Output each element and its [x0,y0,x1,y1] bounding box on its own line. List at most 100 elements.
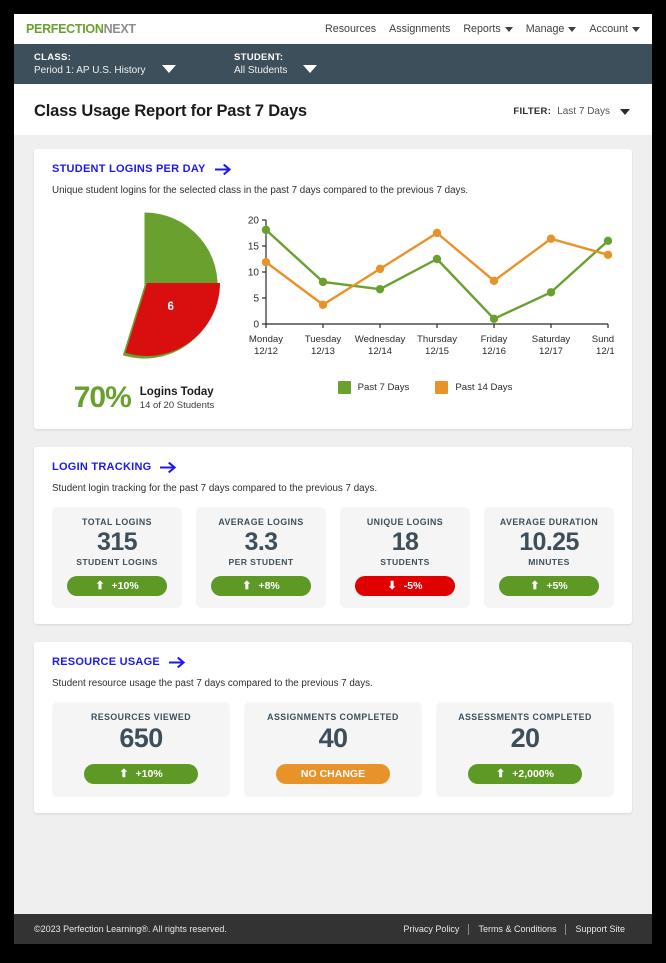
logins-today-summary: 70% Logins Today 14 of 20 Students [74,383,215,413]
page-title: Class Usage Report for Past 7 Days [34,102,307,120]
chevron-down-icon[interactable] [161,64,176,73]
stat-card-sublabel: MINUTES [528,557,570,567]
logins-chart-area: 14 6 70% Logins Today 14 of 20 Students [52,208,624,413]
stat-card-delta-label: +10% [111,580,139,592]
line-data-point[interactable] [375,264,385,274]
stat-card-delta-badge: ⬇ -5% [354,576,456,596]
section-title-resource-usage: RESOURCE USAGE [52,656,161,668]
stat-card-delta-label: +2,000% [512,768,554,780]
stat-card-delta-badge: NO CHANGE [276,764,390,784]
x-axis-day-label: Tuesday [305,334,342,345]
line-series-past-7-days [264,228,610,321]
chevron-down-icon[interactable] [303,64,318,73]
stat-card-value: 650 [119,723,163,753]
footer-link-support-site[interactable]: Support Site [566,924,634,934]
x-axis-date-label: 12/17 [539,346,563,357]
legend-label-past-7-days: Past 7 Days [357,382,410,393]
arrow-up-icon: ⬆ [496,767,506,780]
line-data-point[interactable] [375,284,385,294]
stat-card: AVERAGE LOGINS 3.3 PER STUDENT ⬆ +8% [196,507,326,608]
chevron-down-icon [632,26,640,32]
section-header-resource-usage[interactable]: RESOURCE USAGE [52,656,614,668]
chevron-down-icon [568,26,577,32]
brand-logo[interactable]: PERFECTION NEXT [26,22,136,36]
line-data-point[interactable] [432,228,442,238]
nav-item-resources[interactable]: Resources [325,23,376,35]
student-selector[interactable]: STUDENT: All Students [234,51,318,78]
nav-item-resources-label: Resources [325,23,377,35]
x-axis-day-label: Sunday [592,334,614,345]
stat-card-sublabel: PER STUDENT [228,557,294,567]
nav-item-manage[interactable]: Manage [526,23,577,35]
chevron-down-icon [504,26,513,32]
line-data-point[interactable] [489,276,499,286]
chevron-down-icon [620,108,630,115]
report-content: STUDENT LOGINS PER DAY Unique student lo… [14,135,652,914]
y-axis-tick-label: 15 [248,242,260,253]
logins-pie-chart: 14 6 [67,208,222,363]
stat-card-value: 315 [97,528,138,556]
footer-link-privacy-policy[interactable]: Privacy Policy [394,924,468,934]
class-selector-value: Period 1: AP U.S. History [34,64,146,76]
page-header: Class Usage Report for Past 7 Days FILTE… [14,84,652,135]
arrow-up-icon: ⬆ [95,579,105,592]
stat-card-label: UNIQUE LOGINS [366,517,444,527]
student-selector-value: All Students [234,64,288,76]
arrow-down-icon: ⬇ [387,579,397,592]
class-selector[interactable]: CLASS: Period 1: AP U.S. History [34,51,234,78]
line-data-point[interactable] [546,234,556,243]
line-data-point[interactable] [603,236,613,245]
nav-item-account[interactable]: Account [589,23,640,35]
stat-card-delta-badge: ⬆ +10% [66,576,168,596]
filter-label: FILTER: [513,106,552,117]
line-data-point[interactable] [432,254,442,264]
stat-card-value: 20 [510,723,540,753]
logins-today-sub: 14 of 20 Students [139,399,215,411]
card-resource-usage: RESOURCE USAGE Student resource usage th… [34,642,632,813]
pie-slice-red [124,283,220,356]
footer-copyright: ©2023 Perfection Learning®. All rights r… [34,924,227,934]
logins-today-title: Logins Today [139,385,214,398]
filter-value: Last 7 Days [557,106,610,117]
line-data-point[interactable] [261,225,271,235]
x-axis-date-label: 12/16 [482,346,506,357]
nav-item-assignments-label: Assignments [389,23,451,35]
stat-card-delta-label: NO CHANGE [300,768,366,780]
x-axis-day-label: Friday [481,334,508,345]
section-header-student-logins[interactable]: STUDENT LOGINS PER DAY [52,163,614,175]
line-data-point[interactable] [261,257,271,267]
stat-card-delta-badge: ⬆ +2,000% [468,764,582,784]
page-body: Class Usage Report for Past 7 Days FILTE… [14,84,652,914]
nav-item-reports[interactable]: Reports [463,23,513,35]
arrow-up-icon: ⬆ [119,767,129,780]
stat-card-delta-label: +5% [546,580,568,592]
footer-links: Privacy Policy Terms & Conditions Suppor… [394,923,634,935]
section-header-login-tracking[interactable]: LOGIN TRACKING [52,461,614,473]
card-login-tracking: LOGIN TRACKING Student login tracking fo… [34,447,632,624]
top-navigation-bar: PERFECTION NEXT Resources Assignments Rep… [14,14,652,44]
line-data-point[interactable] [318,277,328,287]
arrow-right-icon [160,461,177,473]
section-title-student-logins: STUDENT LOGINS PER DAY [52,163,206,175]
line-data-point[interactable] [546,288,556,297]
section-description-login-tracking: Student login tracking for the past 7 da… [52,483,378,494]
class-selector-label: CLASS: [34,51,72,63]
brand-logo-part1: PERFECTION [26,22,104,36]
arrow-up-icon: ⬆ [530,579,540,592]
nav-item-reports-label: Reports [463,23,501,35]
arrow-right-icon [169,656,186,668]
stat-card-sublabel: STUDENTS [380,557,430,567]
pie-slice-green-label: 14 [123,258,138,272]
line-data-point[interactable] [489,314,499,323]
line-data-point[interactable] [603,250,613,260]
nav-item-assignments[interactable]: Assignments [389,23,450,35]
stat-card-value: 40 [318,723,348,753]
footer-link-terms-conditions[interactable]: Terms & Conditions [469,924,565,934]
stat-card-label: RESOURCES VIEWED [90,712,192,722]
student-selector-label: STUDENT: [234,51,284,63]
stat-card: ASSIGNMENTS COMPLETED 40 NO CHANGE [244,702,422,797]
stat-card: UNIQUE LOGINS 18 STUDENTS ⬇ -5% [340,507,470,608]
stat-card-sublabel: STUDENT LOGINS [76,557,158,567]
line-data-point[interactable] [318,300,328,309]
filter-control[interactable]: FILTER: Last 7 Days [513,106,630,117]
